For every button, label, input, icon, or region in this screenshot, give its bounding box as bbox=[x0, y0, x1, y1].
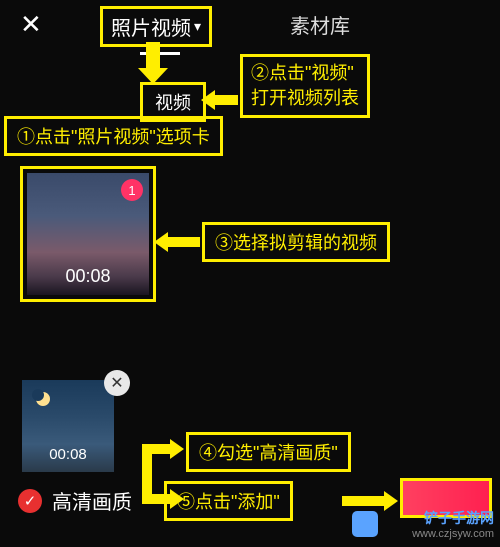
tab-photo-video-label: 照片视频 bbox=[111, 12, 191, 41]
annotation-step-2-line2: 打开视频列表 bbox=[251, 86, 359, 111]
moon-graphic bbox=[36, 392, 50, 406]
selection-badge: 1 bbox=[121, 179, 143, 201]
annotation-step-1: ①点击"照片视频"选项卡 bbox=[4, 116, 223, 156]
annotation-step-2-line1: ②点击"视频" bbox=[251, 61, 359, 86]
watermark-url: www.czjsyw.com bbox=[412, 527, 494, 541]
tab-photo-video[interactable]: 照片视频 ▾ bbox=[100, 6, 212, 47]
hd-quality-checkbox[interactable]: ✓ bbox=[18, 489, 42, 513]
video-duration: 00:08 bbox=[27, 266, 149, 287]
annotation-step-3: ③选择拟剪辑的视频 bbox=[202, 222, 390, 262]
watermark: 铲子手游网 www.czjsyw.com bbox=[412, 509, 494, 541]
annotation-step-5: ⑤点击"添加" bbox=[164, 481, 293, 521]
video-thumbnail-1[interactable]: 1 00:08 bbox=[20, 166, 156, 302]
watermark-logo bbox=[352, 511, 378, 537]
hd-quality-row[interactable]: ✓ 高清画质 bbox=[0, 486, 132, 515]
tab-library[interactable]: 素材库 bbox=[290, 10, 350, 39]
annotation-step-4: ④勾选"高清画质" bbox=[186, 432, 351, 472]
annotation-step-2: ②点击"视频" 打开视频列表 bbox=[240, 54, 370, 118]
chevron-down-icon: ▾ bbox=[194, 18, 201, 35]
hd-quality-label: 高清画质 bbox=[52, 486, 132, 515]
remove-video-icon[interactable]: ✕ bbox=[104, 370, 130, 396]
watermark-site-name: 铲子手游网 bbox=[412, 509, 494, 527]
close-icon[interactable]: ✕ bbox=[10, 9, 52, 40]
video-thumbnail-1-image: 1 00:08 bbox=[27, 173, 149, 295]
selected-video-duration: 00:08 bbox=[22, 446, 114, 463]
